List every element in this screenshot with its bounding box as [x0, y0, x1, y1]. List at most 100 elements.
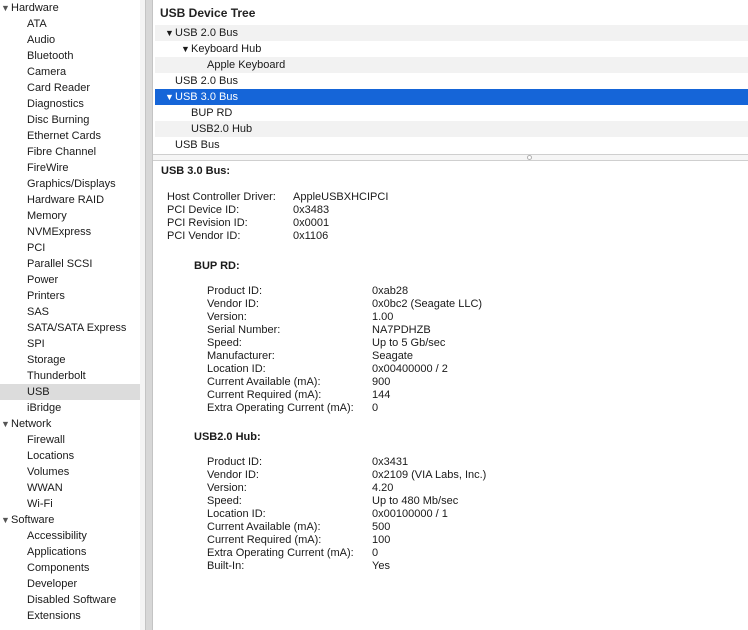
property-key: PCI Vendor ID:	[167, 230, 241, 242]
disclosure-triangle-down-icon[interactable]: ▼	[180, 41, 191, 57]
sidebar-item-firewall[interactable]: Firewall	[0, 432, 140, 448]
property-key: PCI Device ID:	[167, 204, 240, 216]
sidebar-item-diagnostics[interactable]: Diagnostics	[0, 96, 140, 112]
sidebar-item-sas[interactable]: SAS	[0, 304, 140, 320]
property-key: Product ID:	[207, 456, 263, 468]
sidebar-item-components[interactable]: Components	[0, 560, 140, 576]
sidebar-item-graphics-displays[interactable]: Graphics/Displays	[0, 176, 140, 192]
tree-row-usb-bus[interactable]: USB Bus	[155, 137, 748, 153]
disclosure-triangle-down-icon[interactable]: ▼	[164, 89, 175, 105]
sidebar-item-firewire[interactable]: FireWire	[0, 160, 140, 176]
sidebar-item-printers[interactable]: Printers	[0, 288, 140, 304]
property-value: 0xab28	[372, 285, 409, 297]
sidebar-item-card-reader[interactable]: Card Reader	[0, 80, 140, 96]
property-key: Location ID:	[207, 363, 266, 375]
tree-header: USB Device Tree	[160, 6, 256, 20]
sidebar-item-fibre-channel[interactable]: Fibre Channel	[0, 144, 140, 160]
device-properties-usb2-0-hub: Product ID: 0x3431 Vendor ID: 0x2109 (VIA …	[161, 456, 746, 573]
property-value: 0x3483	[293, 204, 330, 216]
sidebar-item-parallel-scsi[interactable]: Parallel SCSI	[0, 256, 140, 272]
tree-row-bup-rd[interactable]: BUP RD	[155, 105, 748, 121]
sidebar-item-nvmexpress[interactable]: NVMExpress	[0, 224, 140, 240]
property-key: Vendor ID:	[207, 298, 259, 310]
sidebar-item-developer[interactable]: Developer	[0, 576, 140, 592]
sidebar-item-disabled-software[interactable]: Disabled Software	[0, 592, 140, 608]
tree-row-usb2-0-hub[interactable]: USB2.0 Hub	[155, 121, 748, 137]
property-key: Built-In:	[207, 560, 245, 572]
sidebar-item-usb[interactable]: USB	[0, 384, 140, 400]
property-value: Up to 480 Mb/sec	[372, 495, 459, 507]
tree-row-label: USB Bus	[175, 139, 220, 151]
sidebar-item-ethernet-cards[interactable]: Ethernet Cards	[0, 128, 140, 144]
sidebar-item-disc-burning[interactable]: Disc Burning	[0, 112, 140, 128]
property-key: Product ID:	[207, 285, 263, 297]
sidebar-item-audio[interactable]: Audio	[0, 32, 140, 48]
property-key: Current Required (mA):	[207, 534, 322, 546]
pane-divider[interactable]	[153, 154, 748, 161]
property-row: Current Available (mA): 900	[207, 376, 746, 389]
sidebar-group-label: Hardware	[11, 2, 59, 14]
property-row: Extra Operating Current (mA): 0	[207, 547, 746, 560]
sidebar-item-extensions[interactable]: Extensions	[0, 608, 140, 624]
property-row: Location ID: 0x00100000 / 1	[207, 508, 746, 521]
tree-row-usb-2-0-bus[interactable]: ▼USB 2.0 Bus	[155, 25, 748, 41]
property-value: 0x3431	[372, 456, 409, 468]
tree-row-label: USB 3.0 Bus	[175, 91, 238, 103]
sidebar-item-power[interactable]: Power	[0, 272, 140, 288]
property-key: Vendor ID:	[207, 469, 259, 481]
tree-row-label: USB 2.0 Bus	[175, 75, 238, 87]
sidebar-item-sata[interactable]: SATA/SATA Express	[0, 320, 140, 336]
property-row: PCI Revision ID: 0x0001	[167, 217, 746, 230]
property-row: Product ID: 0x3431	[207, 456, 746, 469]
sidebar-item-wi-fi[interactable]: Wi-Fi	[0, 496, 140, 512]
property-value: Up to 5 Gb/sec	[372, 337, 446, 349]
tree-row-apple-keyboard[interactable]: Apple Keyboard	[155, 57, 748, 73]
sidebar-item-pci[interactable]: PCI	[0, 240, 140, 256]
tree-row-usb-2-0-bus-2[interactable]: USB 2.0 Bus	[155, 73, 748, 89]
device-title-bup-rd: BUP RD:	[194, 260, 240, 272]
sidebar-group-label: Software	[11, 514, 55, 526]
property-key: Manufacturer:	[207, 350, 275, 362]
property-row: Vendor ID: 0x0bc2 (Seagate LLC)	[207, 298, 746, 311]
property-value: 0x00400000 / 2	[372, 363, 448, 375]
sidebar-item-wwan[interactable]: WWAN	[0, 480, 140, 496]
sidebar-item-ata[interactable]: ATA	[0, 16, 140, 32]
property-row: Current Required (mA): 144	[207, 389, 746, 402]
property-row: Speed: Up to 5 Gb/sec	[207, 337, 746, 350]
property-value: Seagate	[372, 350, 413, 362]
tree-row-label: Apple Keyboard	[207, 59, 286, 71]
sidebar-item-memory[interactable]: Memory	[0, 208, 140, 224]
sidebar-item-hardware-raid[interactable]: Hardware RAID	[0, 192, 140, 208]
sidebar-item-camera[interactable]: Camera	[0, 64, 140, 80]
property-row: Extra Operating Current (mA): 0	[207, 402, 746, 415]
property-row: Vendor ID: 0x2109 (VIA Labs, Inc.)	[207, 469, 746, 482]
sidebar-item-bluetooth[interactable]: Bluetooth	[0, 48, 140, 64]
sidebar-item-accessibility[interactable]: Accessibility	[0, 528, 140, 544]
disclosure-triangle-down-icon[interactable]: ▼	[164, 25, 175, 41]
divider-handle-icon[interactable]	[527, 155, 532, 160]
tree-row-label: BUP RD	[191, 107, 233, 119]
disclosure-triangle-down-icon[interactable]: ▼	[0, 416, 11, 432]
tree-row-usb-3-0-bus[interactable]: ▼USB 3.0 Bus	[155, 89, 748, 105]
sidebar-item-ibridge[interactable]: iBridge	[0, 400, 140, 416]
tree-row-keyboard-hub[interactable]: ▼Keyboard Hub	[155, 41, 748, 57]
sidebar-group-software[interactable]: ▼Software	[0, 512, 140, 528]
property-key: Serial Number:	[207, 324, 281, 336]
disclosure-triangle-down-icon[interactable]: ▼	[0, 512, 11, 528]
disclosure-triangle-down-icon[interactable]: ▼	[0, 0, 11, 16]
sidebar-item-applications[interactable]: Applications	[0, 544, 140, 560]
sidebar-item-locations[interactable]: Locations	[0, 448, 140, 464]
split-view-divider[interactable]	[145, 0, 153, 630]
property-row: Version: 4.20	[207, 482, 746, 495]
sidebar-item-volumes[interactable]: Volumes	[0, 464, 140, 480]
property-key: PCI Revision ID:	[167, 217, 248, 229]
property-value: 0x1106	[293, 230, 329, 242]
device-properties-bup-rd: Product ID: 0xab28 Vendor ID: 0x0bc2 (Seag…	[161, 285, 746, 415]
sidebar-group-hardware[interactable]: ▼Hardware	[0, 0, 140, 16]
sidebar-item-storage[interactable]: Storage	[0, 352, 140, 368]
sidebar-item-spi[interactable]: SPI	[0, 336, 140, 352]
property-key: Current Required (mA):	[207, 389, 322, 401]
property-key: Speed:	[207, 495, 242, 507]
sidebar-group-network[interactable]: ▼Network	[0, 416, 140, 432]
sidebar-item-thunderbolt[interactable]: Thunderbolt	[0, 368, 140, 384]
